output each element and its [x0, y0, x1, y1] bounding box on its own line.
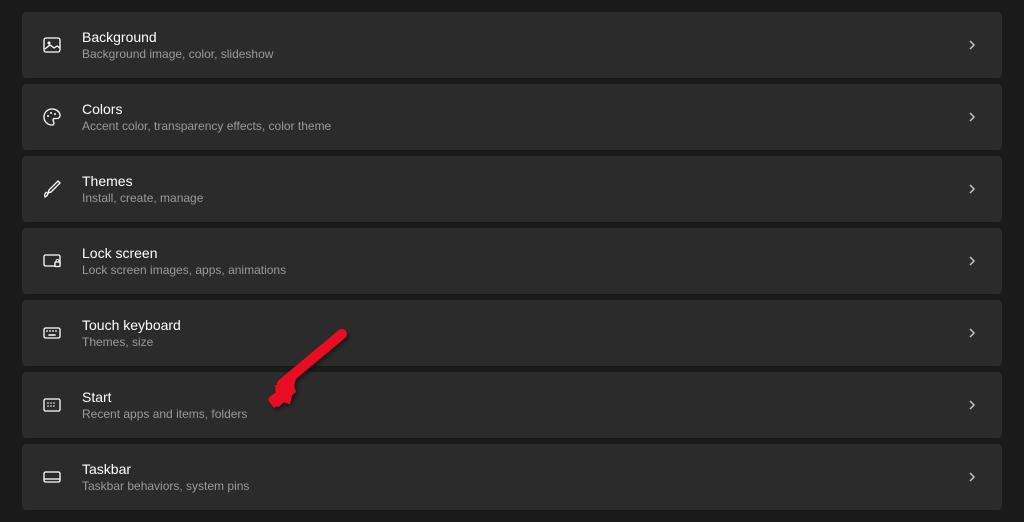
chevron-right-icon	[966, 470, 980, 484]
item-title: Background	[82, 29, 966, 45]
item-title: Colors	[82, 101, 966, 117]
item-subtitle: Recent apps and items, folders	[82, 407, 966, 421]
keyboard-icon	[40, 321, 64, 345]
settings-item-touchkeyboard[interactable]: Touch keyboard Themes, size	[22, 300, 1002, 366]
item-title: Start	[82, 389, 966, 405]
item-text: Colors Accent color, transparency effect…	[82, 101, 966, 133]
settings-item-colors[interactable]: Colors Accent color, transparency effect…	[22, 84, 1002, 150]
item-subtitle: Install, create, manage	[82, 191, 966, 205]
item-subtitle: Taskbar behaviors, system pins	[82, 479, 966, 493]
chevron-right-icon	[966, 254, 980, 268]
item-subtitle: Themes, size	[82, 335, 966, 349]
item-text: Background Background image, color, slid…	[82, 29, 966, 61]
chevron-right-icon	[966, 38, 980, 52]
chevron-right-icon	[966, 326, 980, 340]
item-subtitle: Lock screen images, apps, animations	[82, 263, 966, 277]
item-text: Lock screen Lock screen images, apps, an…	[82, 245, 966, 277]
settings-item-themes[interactable]: Themes Install, create, manage	[22, 156, 1002, 222]
item-title: Touch keyboard	[82, 317, 966, 333]
item-text: Start Recent apps and items, folders	[82, 389, 966, 421]
item-title: Themes	[82, 173, 966, 189]
item-text: Touch keyboard Themes, size	[82, 317, 966, 349]
lock-screen-icon	[40, 249, 64, 273]
chevron-right-icon	[966, 398, 980, 412]
settings-item-background[interactable]: Background Background image, color, slid…	[22, 12, 1002, 78]
image-icon	[40, 33, 64, 57]
personalization-settings-list: Background Background image, color, slid…	[22, 12, 1002, 510]
start-icon	[40, 393, 64, 417]
taskbar-icon	[40, 465, 64, 489]
item-title: Lock screen	[82, 245, 966, 261]
item-text: Taskbar Taskbar behaviors, system pins	[82, 461, 966, 493]
item-subtitle: Background image, color, slideshow	[82, 47, 966, 61]
chevron-right-icon	[966, 110, 980, 124]
item-subtitle: Accent color, transparency effects, colo…	[82, 119, 966, 133]
settings-item-lockscreen[interactable]: Lock screen Lock screen images, apps, an…	[22, 228, 1002, 294]
item-text: Themes Install, create, manage	[82, 173, 966, 205]
brush-icon	[40, 177, 64, 201]
item-title: Taskbar	[82, 461, 966, 477]
settings-item-start[interactable]: Start Recent apps and items, folders	[22, 372, 1002, 438]
palette-icon	[40, 105, 64, 129]
settings-item-taskbar[interactable]: Taskbar Taskbar behaviors, system pins	[22, 444, 1002, 510]
chevron-right-icon	[966, 182, 980, 196]
